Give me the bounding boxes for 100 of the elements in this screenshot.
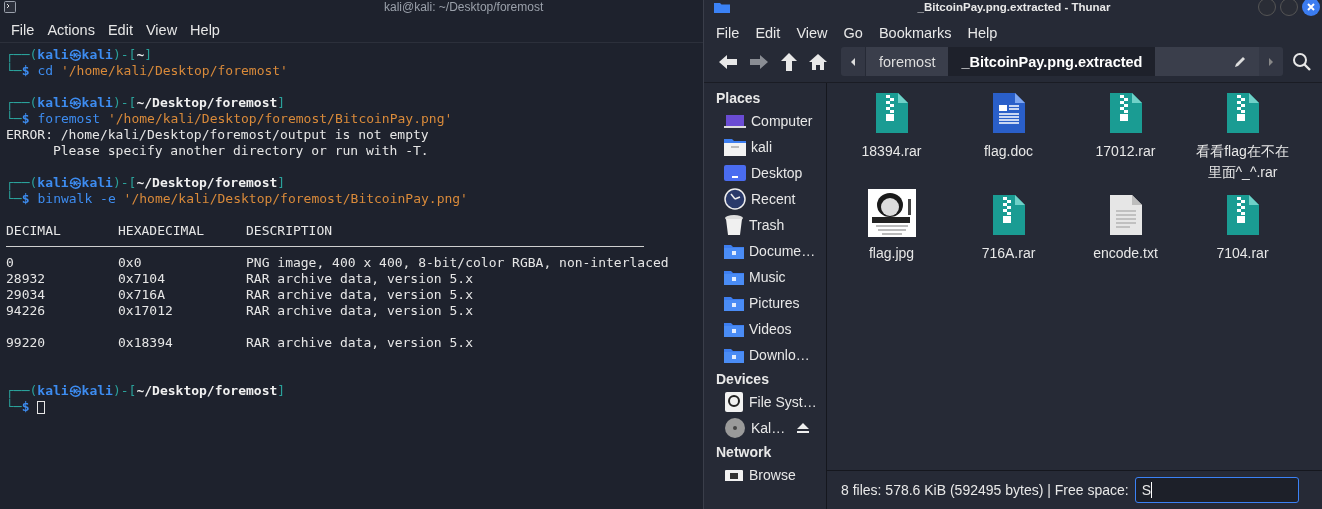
up-icon[interactable] — [779, 50, 799, 73]
eject-icon[interactable] — [796, 422, 811, 434]
table-cell-text: RAR archive data, version 5.x — [246, 303, 474, 319]
prompt-line: ┌──(kali㉿kali)-[~] — [6, 47, 153, 63]
file-name: 18394.rar — [860, 142, 923, 161]
caret-right-icon — [1267, 56, 1275, 67]
sidebar-item[interactable]: kali — [716, 134, 826, 160]
archive-icon[interactable] — [875, 93, 908, 133]
menu-item[interactable]: Help — [190, 22, 220, 38]
prompt-sign: └─$ — [6, 399, 30, 415]
table-cell-text: RAR archive data, version 5.x — [246, 287, 474, 303]
path-button[interactable]: foremost — [866, 47, 949, 76]
sidebar-item[interactable]: Music — [716, 264, 826, 290]
file-name: flag.jpg — [867, 244, 916, 263]
column-header: DESCRIPTION — [246, 223, 334, 239]
menu-item[interactable]: Bookmarks — [878, 25, 952, 41]
output-line: Please specify another directory or run with -T. — [51, 143, 429, 159]
text-file-icon[interactable] — [1109, 195, 1142, 235]
table-cell-text: 94226 — [6, 303, 47, 319]
disc-icon — [724, 417, 746, 439]
clock-icon — [724, 188, 746, 210]
menu-item[interactable]: Edit — [107, 22, 133, 38]
sidebar-item[interactable]: Downlo… — [716, 342, 826, 368]
window-title: _BitcoinPay.png.extracted - Thunar — [916, 1, 1112, 13]
table-cell-text: 0x0 — [118, 255, 143, 271]
sidebar-item[interactable]: File Syst… — [716, 389, 826, 415]
prompt-sign: └─$ — [6, 191, 30, 207]
menu-item[interactable]: Help — [967, 25, 998, 41]
sidebar-item[interactable]: Videos — [716, 316, 826, 342]
folder-icon — [724, 346, 744, 364]
document-icon[interactable] — [992, 93, 1025, 133]
table-cell-text: 0x7104 — [118, 271, 166, 287]
menu-item[interactable]: View — [145, 22, 178, 38]
close-icon[interactable] — [1302, 0, 1320, 16]
prompt-line: ┌──(kali㉿kali)-[~/Desktop/foremost] — [6, 175, 286, 191]
column-header: HEXADECIMAL — [118, 223, 206, 239]
archive-icon[interactable] — [1226, 195, 1259, 235]
menu-item[interactable]: Actions — [47, 22, 95, 38]
table-cell-text: 0x716A — [118, 287, 166, 303]
sidebar-item[interactable]: Trash — [716, 212, 826, 238]
file-name: flag.doc — [982, 142, 1034, 161]
edit-icon[interactable] — [1233, 54, 1247, 69]
sidebar-item[interactable]: Docume… — [716, 238, 826, 264]
table-cell-text: RAR archive data, version 5.x — [246, 271, 474, 287]
table-cell-text: 0x17012 — [118, 303, 174, 319]
caret-left-icon — [849, 56, 857, 67]
file-name: 看看flag在不在里面^_^.rar — [1195, 142, 1290, 182]
command-line: cd '/home/kali/Desktop/foremost' — [37, 63, 288, 79]
menu-item[interactable]: File — [11, 22, 35, 38]
sidebar-item[interactable]: Computer — [716, 108, 826, 134]
network-icon — [724, 469, 744, 481]
table-cell-text: PNG image, 400 x 400, 8-bit/color RGBA, non-interlaced — [246, 255, 670, 271]
prompt-sign: └─$ — [6, 111, 30, 127]
prompt-line: ┌──(kali㉿kali)-[~/Desktop/foremost] — [6, 95, 286, 111]
file-name: encode.txt — [1092, 244, 1159, 263]
table-cell-text: 99220 — [6, 335, 47, 351]
path-button[interactable]: _BitcoinPay.png.extracted — [948, 47, 1156, 76]
menu-item[interactable]: Edit — [755, 25, 781, 41]
folder-icon — [714, 1, 730, 13]
archive-icon[interactable] — [992, 195, 1025, 235]
home-icon[interactable] — [808, 51, 828, 72]
folder-icon — [724, 320, 744, 338]
desktop-icon — [724, 164, 746, 182]
file-name: 7104.rar — [1215, 244, 1270, 263]
prompt-line: ┌──(kali㉿kali)-[~/Desktop/foremost] — [6, 383, 286, 399]
folder-icon — [724, 268, 744, 286]
command-line: foremost '/home/kali/Desktop/foremost/BitcoinPay.png' — [37, 111, 453, 127]
folder-icon — [724, 294, 744, 312]
home-folder-icon — [724, 137, 746, 157]
table-cell-text: 28932 — [6, 271, 47, 287]
archive-icon[interactable] — [1109, 93, 1142, 133]
table-cell-text: 0 — [6, 255, 15, 271]
prompt-sign: └─$ — [6, 63, 30, 79]
table-cell-text: RAR archive data, version 5.x — [246, 335, 474, 351]
output-line: ERROR: /home/kali/Desktop/foremost/output is not empty — [6, 127, 429, 143]
sidebar-item[interactable]: Kal… — [716, 415, 826, 441]
sidebar-item[interactable]: Browse — [716, 462, 826, 488]
section-heading: Network — [716, 443, 773, 462]
free-space-field[interactable]: S — [1134, 477, 1299, 503]
drive-icon — [724, 391, 744, 413]
menu-item[interactable]: File — [716, 25, 740, 41]
section-heading: Devices — [716, 370, 770, 389]
sidebar-item[interactable]: Pictures — [716, 290, 826, 316]
section-heading: Places — [716, 89, 762, 108]
trash-icon — [724, 214, 744, 236]
window-title: kali@kali: ~/Desktop/foremost — [384, 0, 544, 14]
sidebar-item[interactable]: Desktop — [716, 160, 826, 186]
status-text: 8 files: 578.6 KiB (592495 bytes) | Free space: — [841, 482, 1129, 498]
archive-icon[interactable] — [1226, 93, 1259, 133]
table-cell-text: 29034 — [6, 287, 47, 303]
file-name: 17012.rar — [1094, 142, 1157, 161]
column-header: DECIMAL — [6, 223, 62, 239]
menu-item[interactable]: Go — [843, 25, 863, 41]
sidebar-item[interactable]: Recent — [716, 186, 826, 212]
menu-item[interactable]: View — [796, 25, 828, 41]
file-name: 716A.rar — [980, 244, 1037, 263]
table-cell-text: 0x18394 — [118, 335, 174, 351]
search-icon[interactable] — [1292, 51, 1312, 72]
folder-icon — [724, 242, 744, 260]
command-line: binwalk -e '/home/kali/Desktop/foremost/BitcoinPay.png' — [37, 191, 468, 207]
